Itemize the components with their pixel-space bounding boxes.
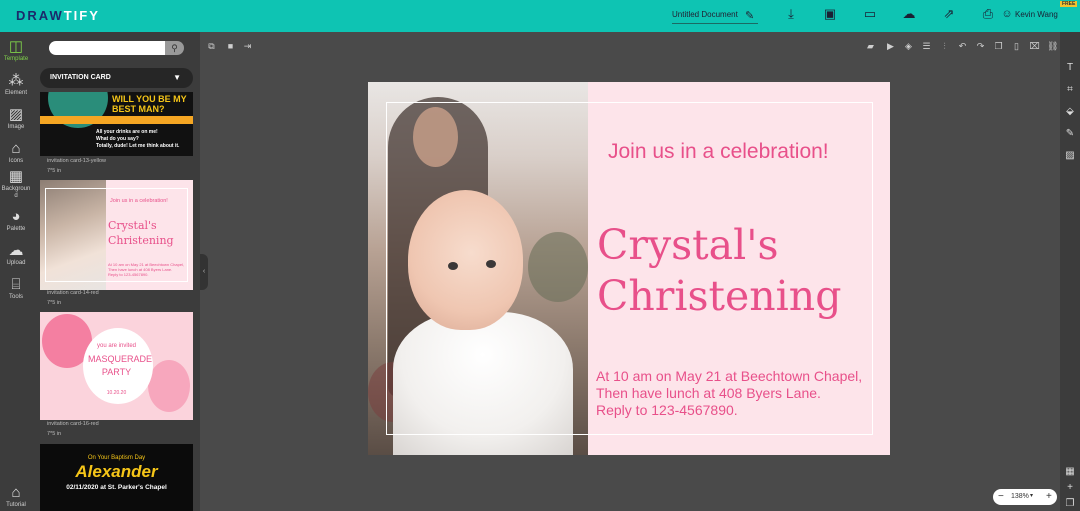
tools-icon: ⌸ bbox=[11, 276, 21, 293]
template-3-size: 7*5 in bbox=[47, 431, 62, 437]
left-rail: ◫ Template ⁂ Element ▨ Image ⌂ Icons ▦ B… bbox=[0, 32, 32, 511]
rail-item-background[interactable]: ▦ Background bbox=[0, 168, 32, 200]
template-1-name: invitation card-13-yellow bbox=[47, 158, 106, 164]
copy-icon[interactable]: ❐ bbox=[993, 41, 1004, 52]
template-2-size: 7*5 in bbox=[47, 300, 62, 306]
template-icon: ◫ bbox=[8, 38, 24, 55]
zoom-in-button[interactable]: + bbox=[1046, 490, 1052, 504]
tutorial-icon: ⌂ bbox=[11, 484, 21, 501]
share-icon[interactable]: ⇗ bbox=[940, 6, 958, 22]
template-2-heading: Join us in a celebration! bbox=[110, 198, 168, 204]
category-dropdown[interactable]: INVITATION CARD ▼ bbox=[40, 68, 193, 88]
pen-tool-icon[interactable]: ✎ bbox=[1064, 128, 1076, 140]
fill-tool-icon[interactable]: ⬙ bbox=[1064, 106, 1076, 118]
top-bar: DRAWTIFY Untitled Document ✎ ⤓ ▣ ▭ ☁ ⇗ ⎙… bbox=[0, 0, 1080, 32]
template-2-body: At 10 am on May 21 at Beechtown Chapel, … bbox=[108, 262, 185, 277]
rail-item-icons[interactable]: ⌂ Icons bbox=[0, 140, 32, 165]
template-3-title: MASQUERADE PARTY bbox=[88, 354, 153, 377]
add-page-icon[interactable]: + bbox=[1064, 482, 1076, 494]
redo-icon[interactable]: ↷ bbox=[975, 41, 986, 52]
rail-item-tutorial[interactable]: ⌂ Tutorial bbox=[0, 484, 32, 509]
card-heading[interactable]: Join us in a celebration! bbox=[608, 140, 829, 164]
video-icon[interactable]: ▰ bbox=[865, 41, 876, 52]
resize-icon[interactable]: ⇥ bbox=[242, 41, 253, 52]
zoom-out-button[interactable]: − bbox=[998, 490, 1004, 504]
template-thumbnail-2[interactable]: Join us in a celebration! Crystal's Chri… bbox=[40, 180, 193, 290]
rail-item-element[interactable]: ⁂ Element bbox=[0, 72, 32, 97]
link-icon[interactable]: ⛓ bbox=[1047, 41, 1058, 52]
document-title-underline bbox=[672, 23, 758, 24]
template-3-name: invitation card-16-red bbox=[47, 421, 99, 427]
grid-icon[interactable]: ▦ bbox=[1064, 466, 1076, 478]
pages-icon[interactable]: ❐ bbox=[1064, 498, 1076, 510]
chevron-down-icon: ▼ bbox=[173, 73, 181, 82]
text-tool-icon[interactable]: T bbox=[1064, 62, 1076, 74]
card-title[interactable]: Crystal's Christening bbox=[597, 220, 841, 322]
template-4-title: Alexander bbox=[75, 462, 158, 481]
undo-icon[interactable]: ↶ bbox=[957, 41, 968, 52]
canvas-toolbar: ⧉ ■ ⇥ ▰ ▶ ◈ ☰ ⫶ ↶ ↷ ❐ ▯ ⌧ ⛓ bbox=[200, 32, 1060, 60]
template-thumbnail-3[interactable]: you are invited MASQUERADE PARTY 10.20.2… bbox=[40, 312, 193, 420]
align-icon[interactable]: ☰ bbox=[921, 41, 932, 52]
present-icon[interactable]: ▭ bbox=[861, 6, 879, 22]
background-color-icon[interactable]: ■ bbox=[225, 41, 236, 52]
save-icon[interactable]: ▣ bbox=[821, 6, 839, 22]
template-3-date: 10.20.20 bbox=[106, 390, 127, 396]
layers-icon[interactable]: ◈ bbox=[903, 41, 914, 52]
zoom-control: − 138% ▾ + bbox=[993, 489, 1057, 505]
template-panel: ⚲ INVITATION CARD ▼ WILL YOU BE MY BEST … bbox=[32, 32, 200, 511]
template-2-title: Crystal's Christening bbox=[108, 219, 174, 247]
shape-tool-icon[interactable]: ⌗ bbox=[1064, 84, 1076, 96]
card-details[interactable]: At 10 am on May 21 at Beechtown Chapel, … bbox=[596, 368, 862, 419]
user-icon[interactable]: ☺ bbox=[1000, 6, 1014, 22]
collapse-panel-button[interactable]: ‹ bbox=[200, 254, 208, 290]
edit-title-icon[interactable]: ✎ bbox=[745, 9, 754, 22]
cloud-icon[interactable]: ☁ bbox=[900, 6, 918, 22]
rail-item-tools[interactable]: ⌸ Tools bbox=[0, 276, 32, 301]
rail-item-image[interactable]: ▨ Image bbox=[0, 106, 32, 131]
image-tool-icon[interactable]: ▨ bbox=[1064, 150, 1076, 162]
element-icon: ⁂ bbox=[8, 72, 24, 89]
template-4-heading: On Your Baptism Day bbox=[87, 455, 146, 461]
document-title[interactable]: Untitled Document bbox=[672, 10, 738, 19]
template-search-input[interactable] bbox=[49, 41, 166, 55]
upload-icon: ☁ bbox=[8, 242, 24, 259]
template-1-heading: WILL YOU BE MY BEST MAN? bbox=[112, 94, 187, 114]
design-canvas[interactable]: Join us in a celebration! Crystal's Chri… bbox=[368, 82, 890, 455]
fit-screen-icon[interactable]: ⧉ bbox=[206, 41, 217, 52]
template-thumbnail-4[interactable]: On Your Baptism Day Alexander 02/11/2020… bbox=[40, 444, 193, 511]
distribute-icon[interactable]: ⫶ bbox=[939, 41, 950, 52]
rail-item-upload[interactable]: ☁ Upload bbox=[0, 242, 32, 267]
template-3-heading: you are invited bbox=[96, 343, 137, 349]
background-icon: ▦ bbox=[8, 168, 24, 185]
rail-item-palette[interactable]: ◕ Palette bbox=[0, 208, 32, 233]
palette-icon: ◕ bbox=[11, 208, 21, 225]
lock-icon[interactable]: ⌧ bbox=[1029, 41, 1040, 52]
template-thumbnail-1[interactable]: WILL YOU BE MY BEST MAN? All your drinks… bbox=[40, 92, 193, 156]
play-icon[interactable]: ▶ bbox=[885, 41, 896, 52]
user-name[interactable]: Kevin Wang bbox=[1015, 10, 1058, 19]
zoom-dropdown-icon[interactable]: ▾ bbox=[1030, 492, 1033, 499]
app-logo[interactable]: DRAWTIFY bbox=[16, 8, 100, 23]
search-icon[interactable]: ⚲ bbox=[165, 41, 184, 55]
template-1-body: All your drinks are on me! What do you s… bbox=[96, 129, 180, 149]
template-1-size: 7*5 in bbox=[47, 168, 62, 174]
template-1-stripe bbox=[40, 116, 193, 124]
right-tool-rail: T ⌗ ⬙ ✎ ▨ ▦ + ❐ bbox=[1060, 32, 1080, 511]
free-badge: FREE bbox=[1060, 1, 1078, 7]
image-icon: ▨ bbox=[8, 106, 24, 123]
icons-icon: ⌂ bbox=[11, 140, 21, 157]
template-2-name: invitation card-14-red bbox=[47, 290, 99, 296]
delete-icon[interactable]: ▯ bbox=[1011, 41, 1022, 52]
zoom-level[interactable]: 138% bbox=[1011, 493, 1029, 500]
rail-item-template[interactable]: ◫ Template bbox=[0, 38, 32, 63]
download-icon[interactable]: ⤓ bbox=[782, 6, 800, 22]
template-4-body: 02/11/2020 at St. Parker's Chapel bbox=[66, 484, 167, 491]
print-icon[interactable]: ⎙ bbox=[979, 6, 997, 22]
